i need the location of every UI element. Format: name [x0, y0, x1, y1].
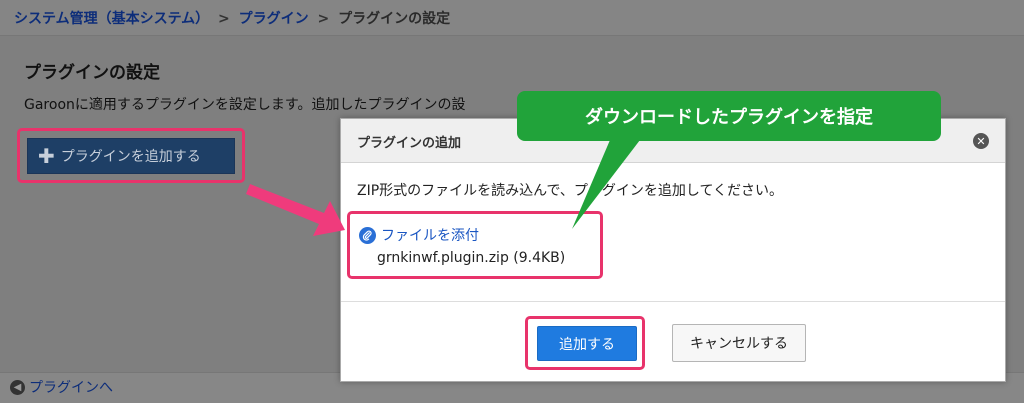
callout-balloon: ダウンロードしたプラグインを指定 — [517, 91, 941, 141]
annotation-overlay — [246, 140, 640, 236]
callout-pointer — [572, 140, 640, 229]
pink-arrow — [246, 184, 345, 236]
